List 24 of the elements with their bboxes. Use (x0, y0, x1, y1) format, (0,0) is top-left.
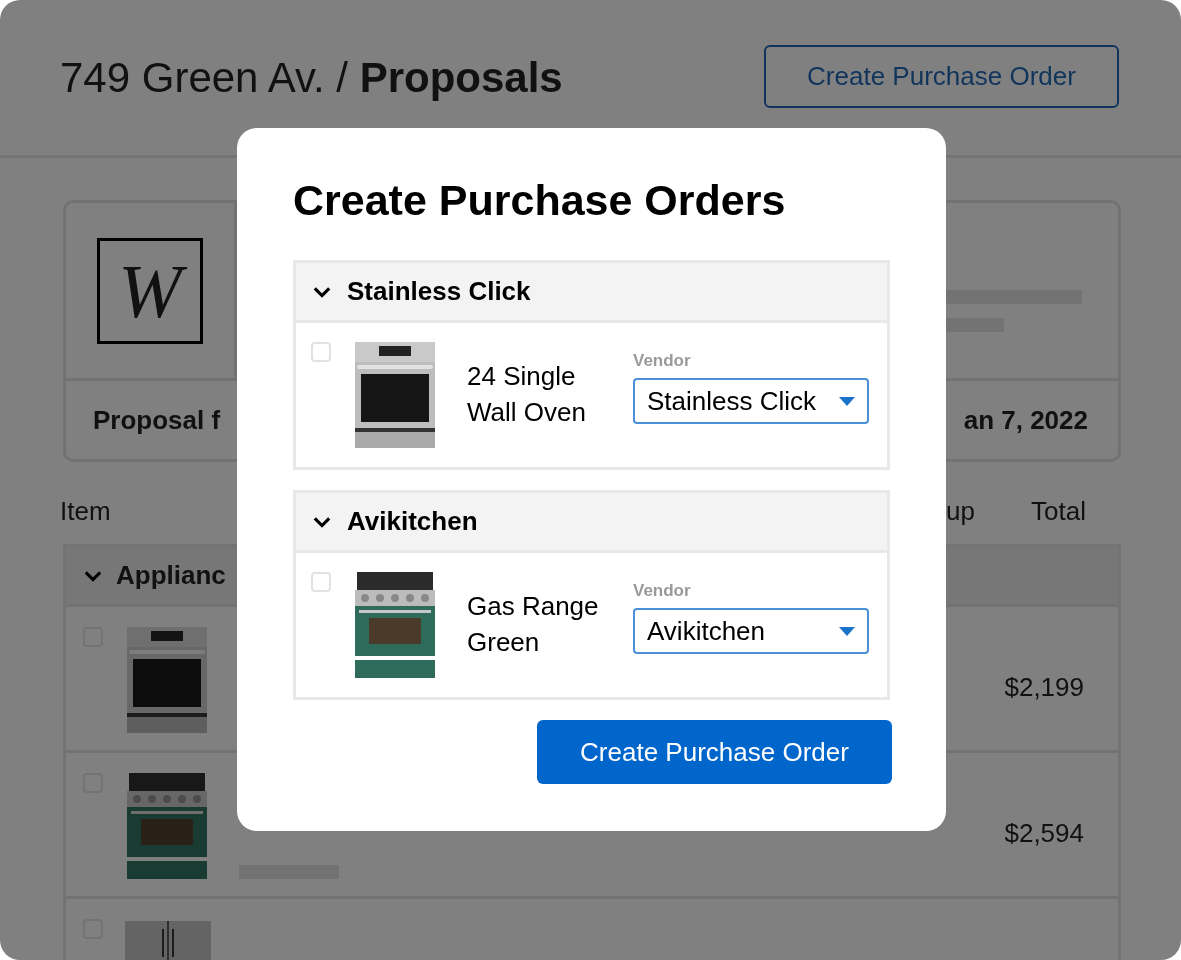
group-header[interactable]: Stainless Click (296, 263, 887, 323)
group-title: Stainless Click (347, 276, 531, 307)
group-title: Applianc (116, 560, 226, 591)
column-header: up (946, 495, 976, 527)
caret-icon (839, 626, 855, 636)
price: $2,199 (1004, 671, 1085, 703)
group-title: Avikitchen (347, 506, 478, 537)
field-label: Vendor (633, 581, 692, 601)
caret-icon (839, 396, 855, 406)
vendor-dropdown[interactable]: Stainless Click (633, 378, 869, 424)
price: $2,594 (1004, 817, 1085, 849)
proposal-title: Proposal f (93, 404, 221, 436)
vendor-dropdown[interactable]: Avikitchen (633, 608, 869, 654)
logo: W (97, 237, 203, 344)
group-header[interactable]: Avikitchen (296, 493, 887, 553)
field-label: Vendor (633, 351, 692, 371)
column-header: Total (1031, 495, 1087, 527)
column-header: Item (60, 495, 111, 527)
create-purchase-order-button[interactable]: Create Purchase Order (537, 720, 892, 784)
product-name: 24 Single Wall Oven (467, 360, 587, 429)
dialog-title: Create Purchase Orders (293, 176, 787, 224)
proposal-date: an 7, 2022 (963, 404, 1088, 436)
product-name: Gas Range Green (467, 590, 600, 659)
page-title: 749 Green Av. / Proposals (60, 53, 563, 102)
